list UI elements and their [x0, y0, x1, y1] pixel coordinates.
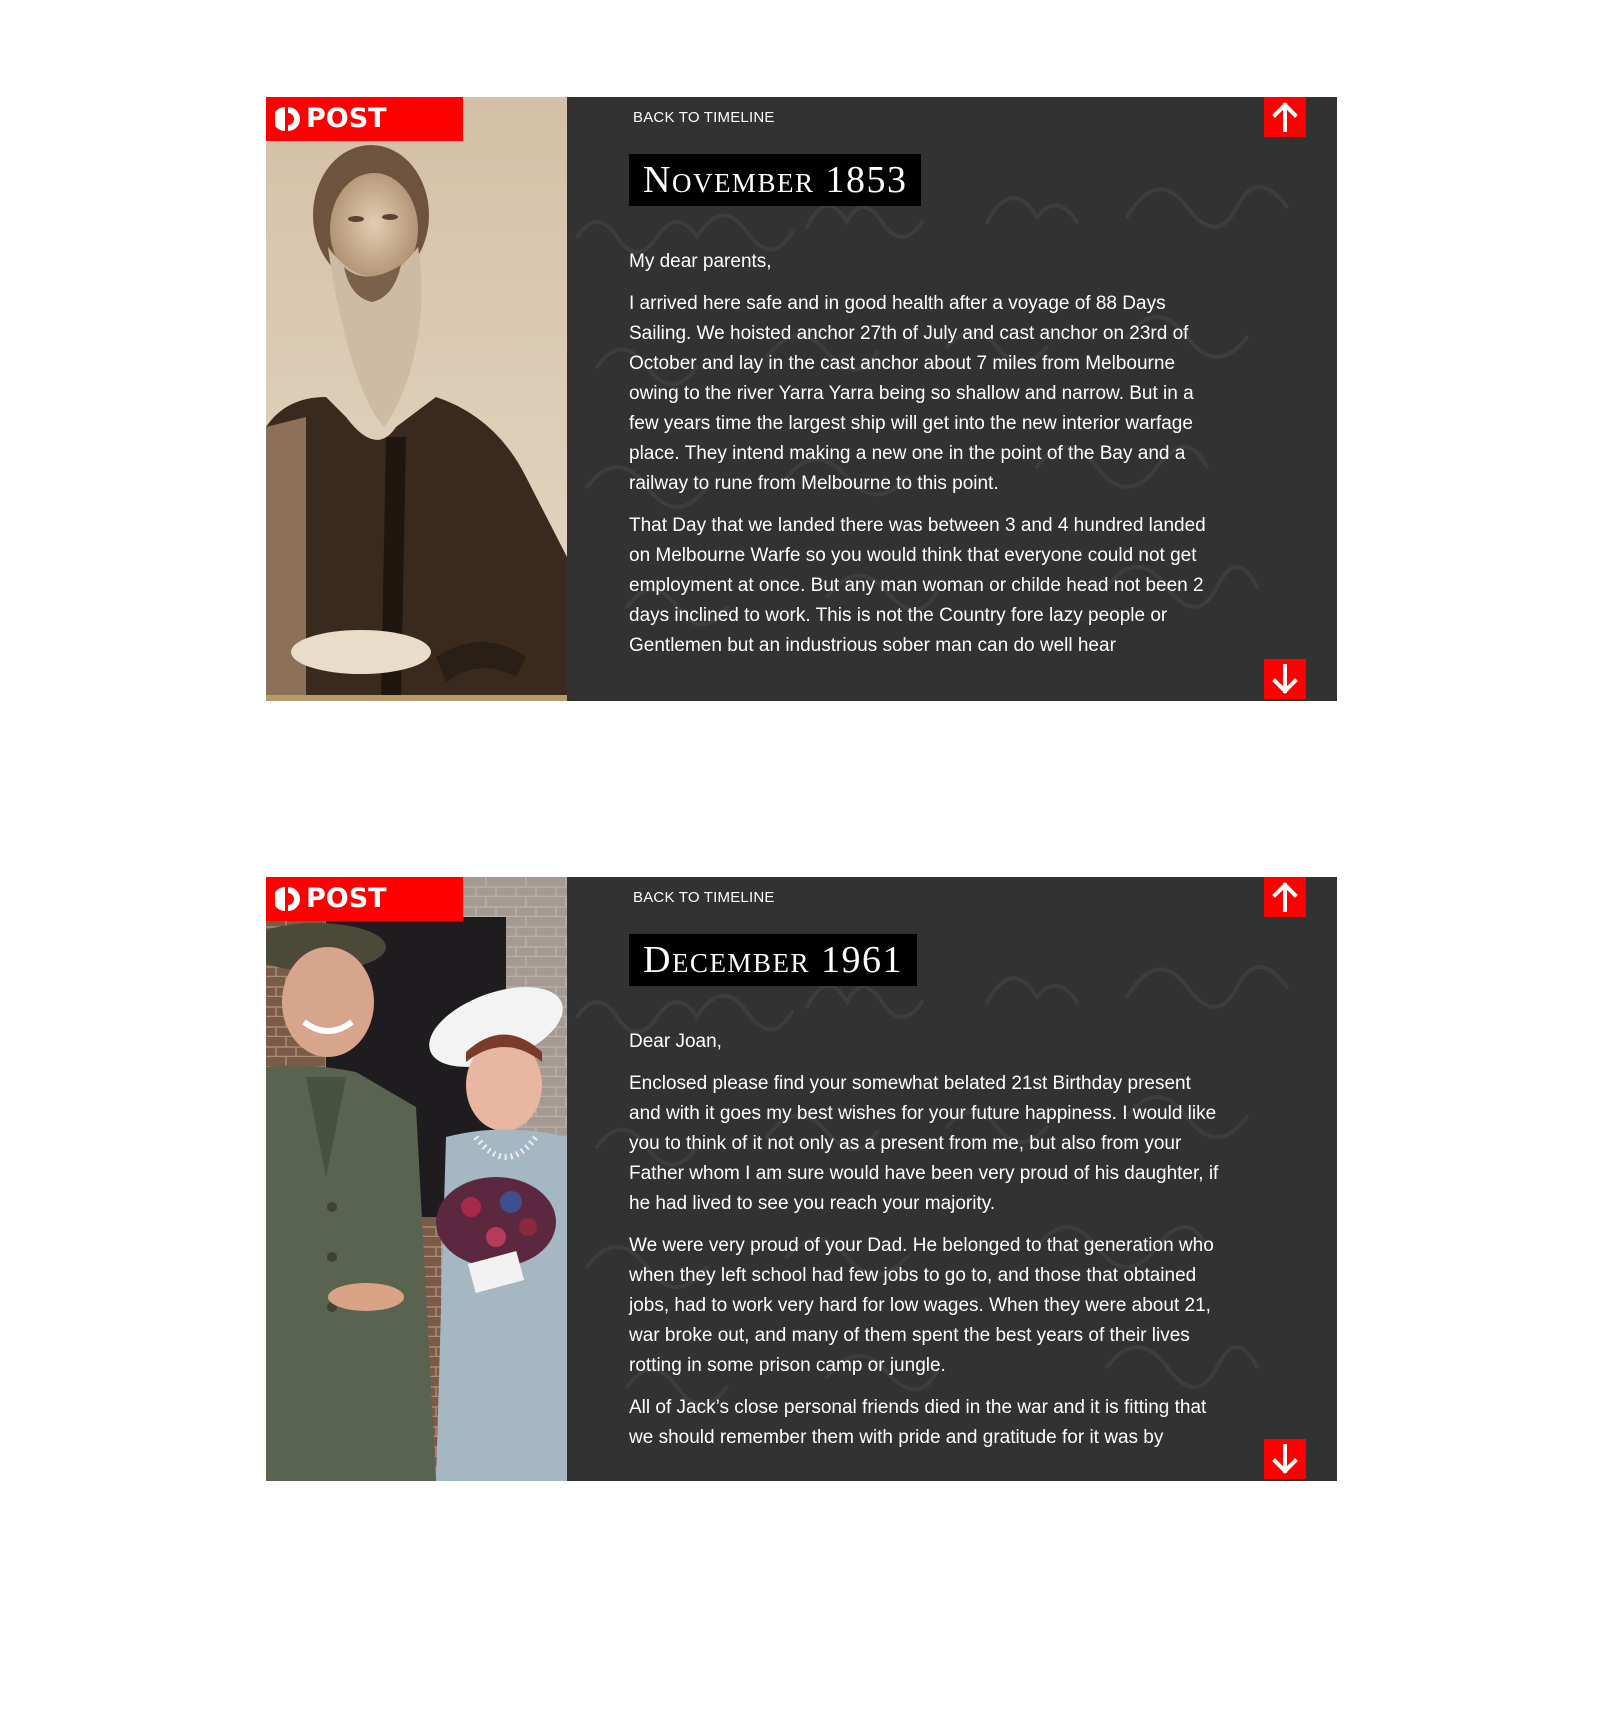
letter-greeting: Dear Joan,: [629, 1031, 722, 1052]
letter-panel: BACK TO TIMELINE November 1853 My dear p…: [567, 97, 1337, 701]
sepia-portrait-image: [266, 97, 567, 701]
portrait-photo: POST: [266, 97, 567, 701]
arrow-up-icon: [1272, 882, 1298, 912]
letter-greeting: My dear parents,: [629, 251, 772, 272]
arrow-up-icon: [1272, 102, 1298, 132]
letter-panel: BACK TO TIMELINE December 1961 Dear Joan…: [567, 877, 1337, 1481]
letter-card-1961: POST BACK TO TIMELINE December 1961 Dear…: [266, 877, 1337, 1481]
auspost-logo-icon: [275, 107, 300, 131]
letter-date-heading: December 1961: [629, 934, 917, 986]
scroll-up-button[interactable]: [1264, 97, 1306, 137]
letter-card-1853: POST BACK TO TIMELINE November 1853 My d…: [266, 97, 1337, 701]
arrow-down-icon: [1272, 1444, 1298, 1474]
post-logo-text: POST: [306, 883, 387, 914]
auspost-logo-icon: [275, 887, 300, 911]
letter-paragraph: That Day that we landed there was betwee…: [629, 515, 1206, 656]
scroll-up-button[interactable]: [1264, 877, 1306, 917]
letter-paragraph: I arrived here safe and in good health a…: [629, 293, 1194, 494]
letter-date-heading: November 1853: [629, 154, 922, 206]
letter-paragraph: We were very proud of your Dad. He belon…: [629, 1235, 1214, 1376]
wedding-couple-image: [266, 877, 567, 1481]
arrow-down-icon: [1272, 664, 1298, 694]
back-to-timeline-link[interactable]: BACK TO TIMELINE: [633, 889, 775, 906]
letter-paragraph: All of Jack’s close personal friends die…: [629, 1397, 1207, 1448]
post-logo-text: POST: [306, 103, 387, 134]
letter-paragraph: Enclosed please find your somewhat belat…: [629, 1073, 1219, 1214]
scroll-down-button[interactable]: [1264, 659, 1306, 699]
post-logo: POST: [266, 877, 463, 921]
wedding-photo: POST: [266, 877, 567, 1481]
letter-body: Dear Joan, Enclosed please find your som…: [629, 1027, 1219, 1465]
scroll-down-button[interactable]: [1264, 1439, 1306, 1479]
back-to-timeline-link[interactable]: BACK TO TIMELINE: [633, 109, 775, 126]
post-logo: POST: [266, 97, 463, 141]
letter-body: My dear parents, I arrived here safe and…: [629, 247, 1219, 673]
